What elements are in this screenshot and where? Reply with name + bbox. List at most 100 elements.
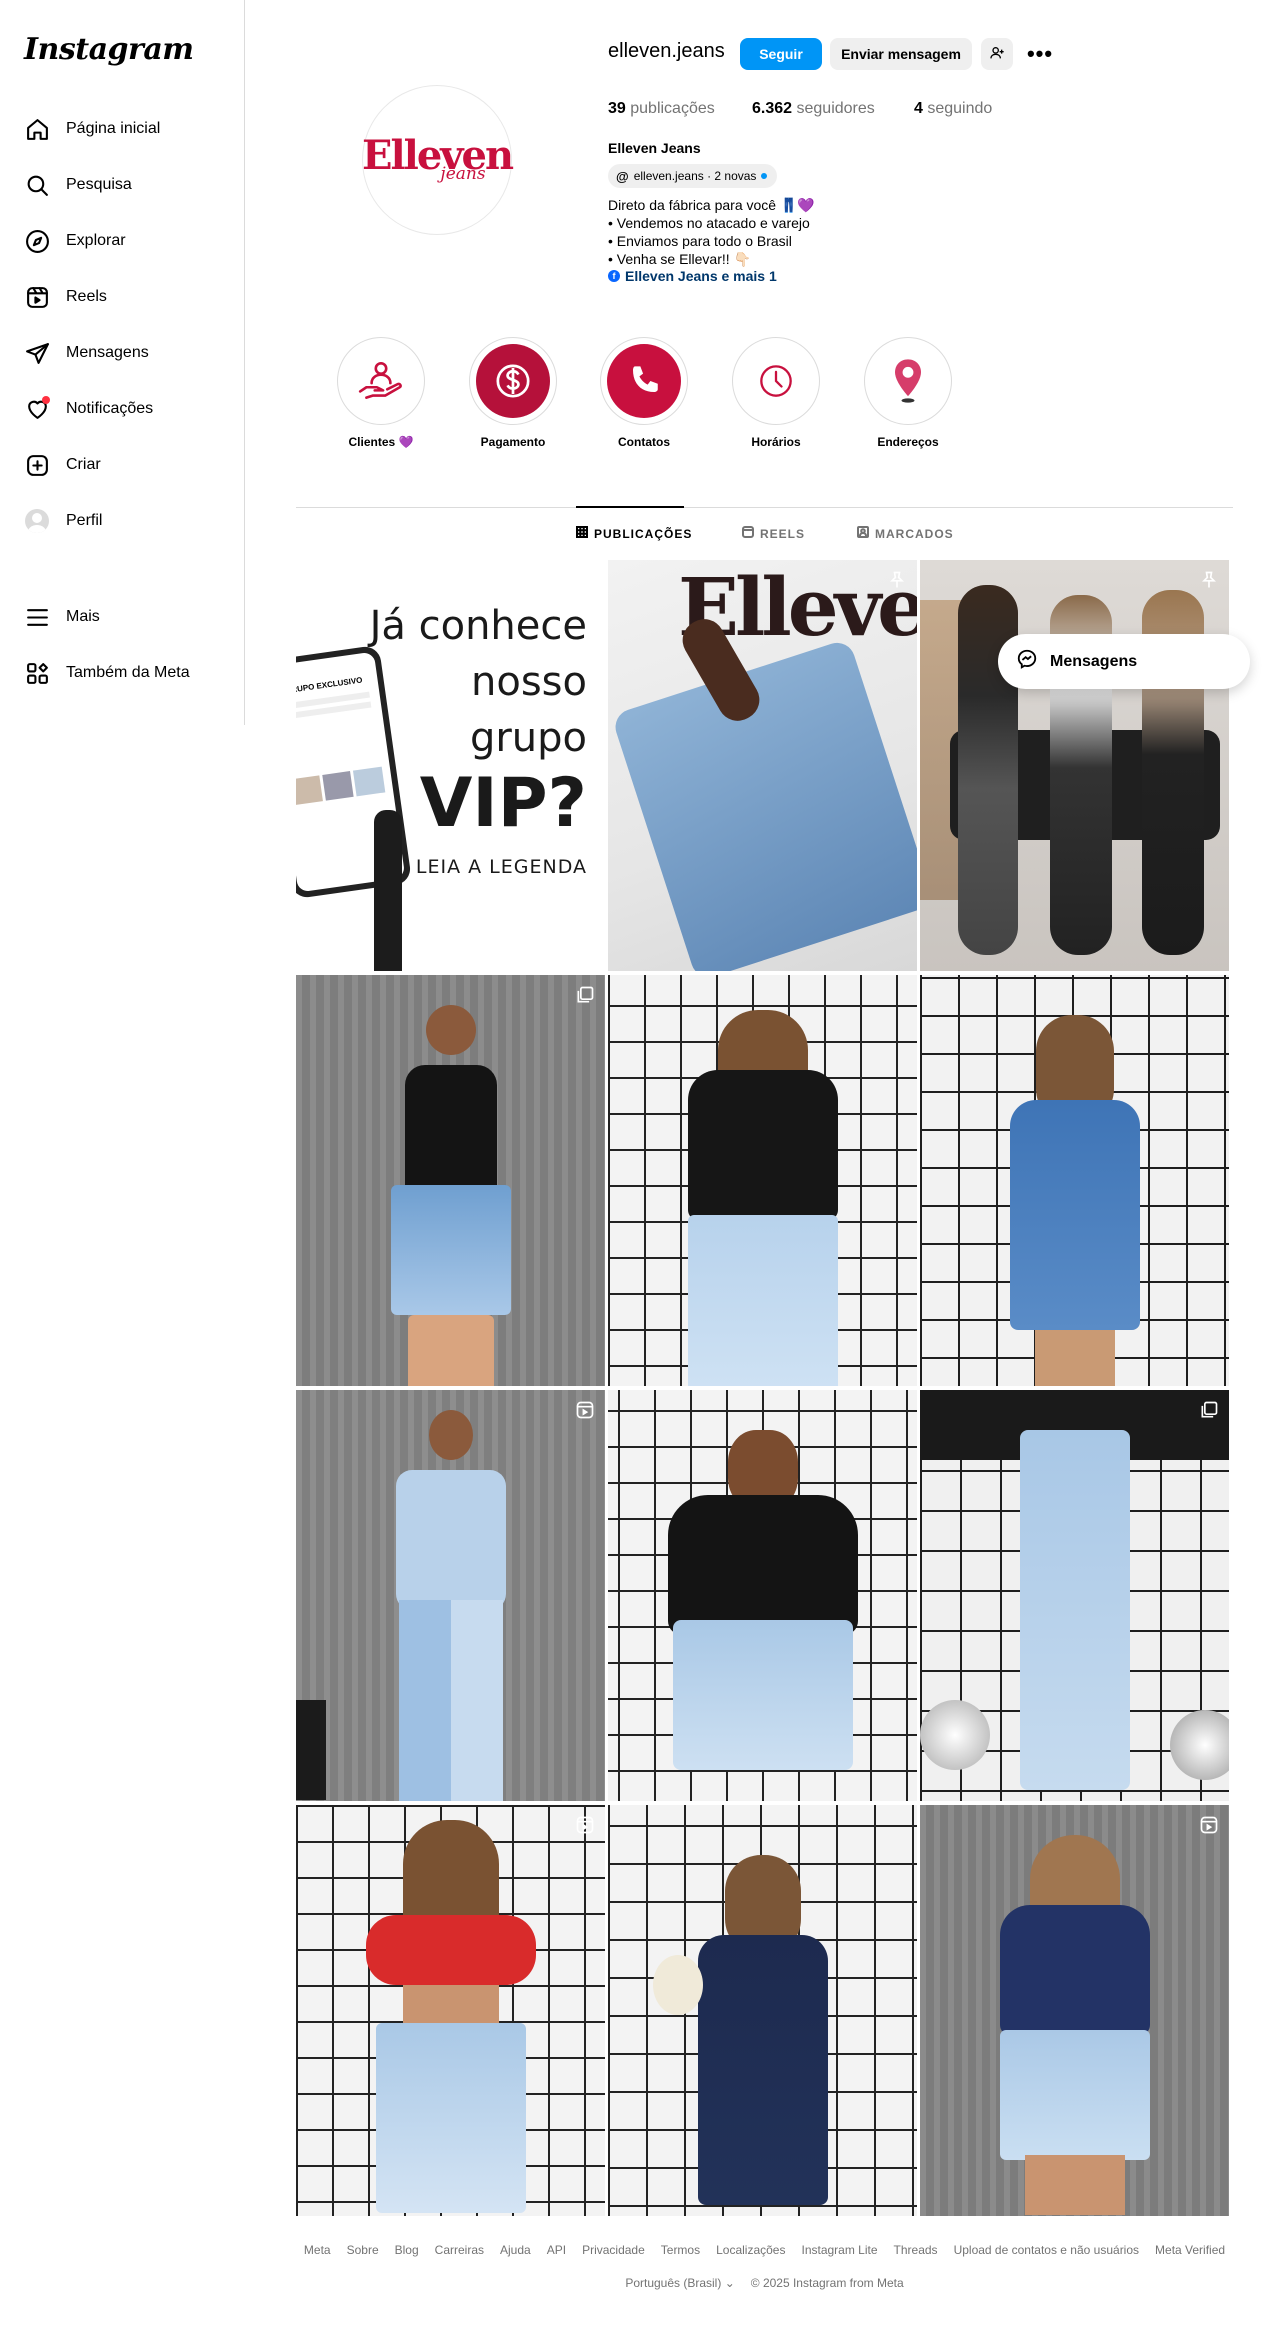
footer-link[interactable]: Threads [894, 2243, 938, 2257]
highlight-pagamento[interactable]: Pagamento [468, 337, 558, 449]
sidebar-item-label: Mais [66, 608, 100, 625]
grid-icon [576, 526, 588, 541]
post-plus-black-shorts[interactable] [608, 1390, 917, 1801]
footer-link[interactable]: Localizações [716, 2243, 785, 2257]
post-shorts[interactable]: Elleven [608, 560, 917, 971]
footer-links: Meta Sobre Blog Carreiras Ajuda API Priv… [296, 2243, 1233, 2257]
new-indicator-dot [761, 173, 768, 179]
threads-icon: @ [616, 168, 629, 184]
bio-link[interactable]: f Elleven Jeans e mais 1 [608, 268, 777, 284]
footer-link[interactable]: Privacidade [582, 2243, 645, 2257]
footer-link[interactable]: Ajuda [500, 2243, 531, 2257]
post-vip-group[interactable]: Já conhece nosso grupo VIP? LEIA A LEGEN… [296, 560, 605, 971]
post-black-top-shorts[interactable] [296, 975, 605, 1386]
post-red-top-shorts[interactable] [296, 1805, 605, 2216]
sidebar-item-reels[interactable]: Reels [12, 273, 232, 321]
compass-icon [24, 228, 50, 254]
pinned-icon [887, 570, 907, 590]
highlight-horarios[interactable]: Horários [731, 337, 821, 449]
menu-icon [24, 604, 50, 630]
sidebar-item-label: Também da Meta [66, 664, 190, 681]
sidebar-item-label: Explorar [66, 232, 126, 249]
posts-count: 39 publicações [608, 100, 715, 117]
sidebar-item-meta[interactable]: Também da Meta [12, 649, 232, 697]
footer-link[interactable]: API [547, 2243, 566, 2257]
heart-icon [24, 396, 50, 422]
post-cargo-pants[interactable] [920, 1390, 1229, 1801]
copyright: © 2025 Instagram from Meta [750, 2276, 904, 2290]
footer-link[interactable]: Termos [661, 2243, 700, 2257]
post-navy-dress[interactable] [608, 1805, 917, 2216]
sidebar-item-search[interactable]: Pesquisa [12, 161, 232, 209]
instagram-logo[interactable]: Instagram [24, 32, 194, 67]
profile-full-name: Elleven Jeans [608, 140, 701, 156]
more-options-button[interactable]: ••• [1024, 38, 1056, 70]
location-pin-icon [871, 344, 945, 418]
footer-link[interactable]: Sobre [347, 2243, 379, 2257]
reels-icon [742, 526, 754, 541]
meta-apps-icon [24, 660, 50, 686]
sidebar-item-profile[interactable]: Perfil [12, 497, 232, 545]
home-icon [24, 116, 50, 142]
carousel-icon [1199, 1400, 1219, 1420]
post-longsleeve-shorts[interactable] [608, 975, 917, 1386]
sidebar-item-more[interactable]: Mais [12, 593, 232, 641]
footer-link[interactable]: Carreiras [435, 2243, 484, 2257]
carousel-icon [575, 985, 595, 1005]
footer-link[interactable]: Blog [395, 2243, 419, 2257]
active-tab-indicator [576, 506, 684, 508]
sidebar-item-home[interactable]: Página inicial [12, 105, 232, 153]
threads-badge[interactable]: @ elleven.jeans · 2 novas [608, 164, 778, 188]
follow-button[interactable]: Seguir [740, 38, 822, 70]
send-message-button[interactable]: Enviar mensagem [830, 38, 972, 70]
messages-floating-button[interactable]: Mensagens [998, 634, 1250, 689]
pinned-icon [1199, 570, 1219, 590]
sidebar-item-messages[interactable]: Mensagens [12, 329, 232, 377]
sidebar-item-create[interactable]: Criar [12, 441, 232, 489]
notification-dot [42, 396, 50, 404]
sidebar-item-label: Perfil [66, 512, 103, 529]
post-denim-dress[interactable] [920, 975, 1229, 1386]
add-user-icon [989, 45, 1005, 64]
sidebar-item-label: Reels [66, 288, 107, 305]
sidebar-item-explore[interactable]: Explorar [12, 217, 232, 265]
tab-tagged[interactable]: MARCADOS [857, 526, 954, 541]
footer-link[interactable]: Upload de contatos e não usuários [954, 2243, 1139, 2257]
post-denim-jacket-cargo[interactable] [296, 1390, 605, 1801]
sidebar-item-label: Notificações [66, 400, 154, 417]
footer-link[interactable]: Meta Verified [1155, 2243, 1225, 2257]
clock-icon [739, 344, 813, 418]
post-navy-top-shorts[interactable] [920, 1805, 1229, 2216]
brand-logo-sub: jeans [440, 164, 486, 184]
reels-icon [24, 284, 50, 310]
sidebar-item-notifications[interactable]: Notificações [12, 385, 232, 433]
profile-bio: Direto da fábrica para você 👖💜 • Vendemo… [608, 197, 815, 267]
hand-user-icon [344, 344, 418, 418]
following-count[interactable]: 4 seguindo [914, 100, 992, 118]
post-group-jeans[interactable] [920, 560, 1229, 971]
reel-icon [1199, 1815, 1219, 1835]
plus-square-icon [24, 452, 50, 478]
language-select[interactable]: Português (Brasil) ⌄ [625, 2276, 734, 2290]
search-icon [24, 172, 50, 198]
highlight-contatos[interactable]: Contatos [599, 337, 689, 449]
reel-icon [575, 1815, 595, 1835]
avatar [25, 509, 49, 533]
tab-reels[interactable]: REELS [742, 526, 805, 541]
dollar-icon [476, 344, 550, 418]
highlight-clientes[interactable]: Clientes 💜 [336, 337, 426, 449]
reel-icon [575, 1400, 595, 1420]
footer-link[interactable]: Instagram Lite [801, 2243, 877, 2257]
suggest-user-button[interactable] [981, 38, 1013, 70]
profile-picture[interactable]: Elleven jeans [361, 85, 514, 235]
tab-posts[interactable]: PUBLICAÇÕES [576, 526, 692, 541]
brand-logo: Elleven [361, 132, 514, 179]
highlight-enderecos[interactable]: Endereços [863, 337, 953, 449]
send-icon [24, 340, 50, 366]
phone-icon [607, 344, 681, 418]
sidebar: Instagram Página inicial Pesquisa Explor… [0, 0, 245, 725]
footer-link[interactable]: Meta [304, 2243, 331, 2257]
tagged-icon [857, 526, 869, 541]
sidebar-item-label: Mensagens [66, 344, 149, 361]
followers-count[interactable]: 6.362 seguidores [752, 100, 875, 118]
